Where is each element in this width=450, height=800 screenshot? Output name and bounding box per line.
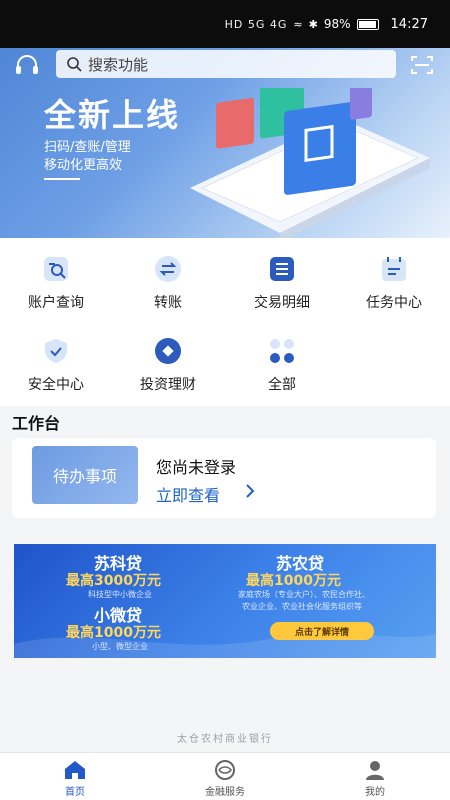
hero-subtitle-1: 扫码/查账/管理	[44, 140, 131, 155]
chevron-right-icon	[246, 484, 255, 498]
status-bar: HD 5G 4G ≈ ✱ 98% 14:27	[0, 0, 450, 48]
battery-percent: 98%	[323, 17, 351, 31]
quick-menu: 账户查询 转账 交易明细 任务中心 安全中心 投资理财 全部	[0, 238, 450, 406]
search-placeholder: 搜索功能	[88, 55, 149, 74]
menu-label: 转账	[154, 295, 182, 311]
customer-service-icon[interactable]	[14, 54, 40, 78]
product-limit-sunong: 最高1000万元	[246, 573, 341, 589]
transaction-detail-icon	[270, 257, 294, 281]
network-status-icons: HD 5G 4G	[224, 17, 288, 31]
menu-item-task-center[interactable]: 任务中心	[338, 254, 450, 312]
battery-icon	[356, 18, 379, 30]
view-now-link[interactable]: 立即查看	[156, 482, 220, 506]
product-target-sunong-1: 家庭农场（专业大户）、农民合作社、	[238, 590, 370, 599]
all-apps-icon	[270, 339, 294, 363]
menu-item-security-center[interactable]: 安全中心	[0, 336, 112, 394]
hero-title: 全新上线	[44, 96, 181, 134]
product-limit-xiaowei: 最高1000万元	[66, 625, 161, 641]
security-shield-icon	[45, 339, 67, 363]
wifi-icon: ≈	[293, 17, 303, 31]
menu-item-transfer[interactable]: 转账	[112, 254, 224, 312]
not-logged-in-text: 您尚未登录	[156, 458, 237, 477]
menu-item-account-query[interactable]: 账户查询	[0, 254, 112, 312]
menu-label: 全部	[268, 377, 296, 393]
product-target-suke: 科技型中小微企业	[88, 590, 152, 599]
menu-label: 交易明细	[254, 295, 310, 311]
tab-finance-service[interactable]: 金融服务	[150, 753, 300, 800]
bluetooth-icon: ✱	[308, 17, 318, 31]
product-target-sunong-2: 农业企业、农业社会化服务组织等	[242, 602, 362, 611]
menu-label: 账户查询	[28, 295, 84, 311]
menu-label: 投资理财	[140, 377, 196, 393]
investment-icon	[155, 338, 181, 364]
top-bar: 搜索功能	[0, 48, 450, 82]
search-icon	[67, 57, 82, 72]
loan-promo-banner[interactable]: 苏科贷 最高3000万元 科技型中小微企业 小微贷 最高1000万元 小型、微型…	[14, 544, 436, 658]
menu-label: 任务中心	[366, 295, 422, 311]
menu-item-transaction-detail[interactable]: 交易明细	[226, 254, 338, 312]
scan-icon[interactable]	[410, 54, 434, 76]
tab-label: 我的	[365, 787, 385, 798]
todo-badge: 待办事项	[32, 446, 138, 504]
phone-illustration	[190, 88, 430, 238]
profile-icon	[366, 761, 384, 780]
task-center-icon	[382, 257, 406, 281]
hero-divider	[44, 178, 80, 180]
clock: 14:27	[390, 16, 428, 32]
hero-subtitle-2: 移动化更高效	[44, 158, 123, 173]
finance-service-icon	[215, 760, 235, 780]
bottom-tab-bar: 首页 金融服务 我的	[0, 752, 450, 800]
transfer-icon	[155, 256, 181, 282]
menu-item-investment[interactable]: 投资理财	[112, 336, 224, 394]
learn-more-button[interactable]: 点击了解详情	[270, 622, 374, 640]
search-input[interactable]: 搜索功能	[56, 50, 396, 78]
home-icon	[65, 761, 85, 779]
todo-card[interactable]: 待办事项 您尚未登录 立即查看	[12, 438, 436, 518]
tab-label: 首页	[65, 787, 85, 798]
bank-name-footer: 太仓农村商业银行	[177, 734, 273, 745]
menu-label: 安全中心	[28, 377, 84, 393]
tab-profile[interactable]: 我的	[300, 753, 450, 800]
product-limit-suke: 最高3000万元	[66, 573, 161, 589]
product-target-xiaowei: 小型、微型企业	[92, 642, 148, 651]
hero-banner[interactable]: 搜索功能 全新上线 扫码/查账/管理 移动化更高效	[0, 48, 450, 238]
tab-label: 金融服务	[205, 787, 245, 798]
menu-item-all[interactable]: 全部	[226, 336, 338, 394]
account-query-icon	[44, 257, 68, 281]
workbench-title: 工作台	[12, 414, 61, 433]
tab-home[interactable]: 首页	[0, 753, 150, 800]
